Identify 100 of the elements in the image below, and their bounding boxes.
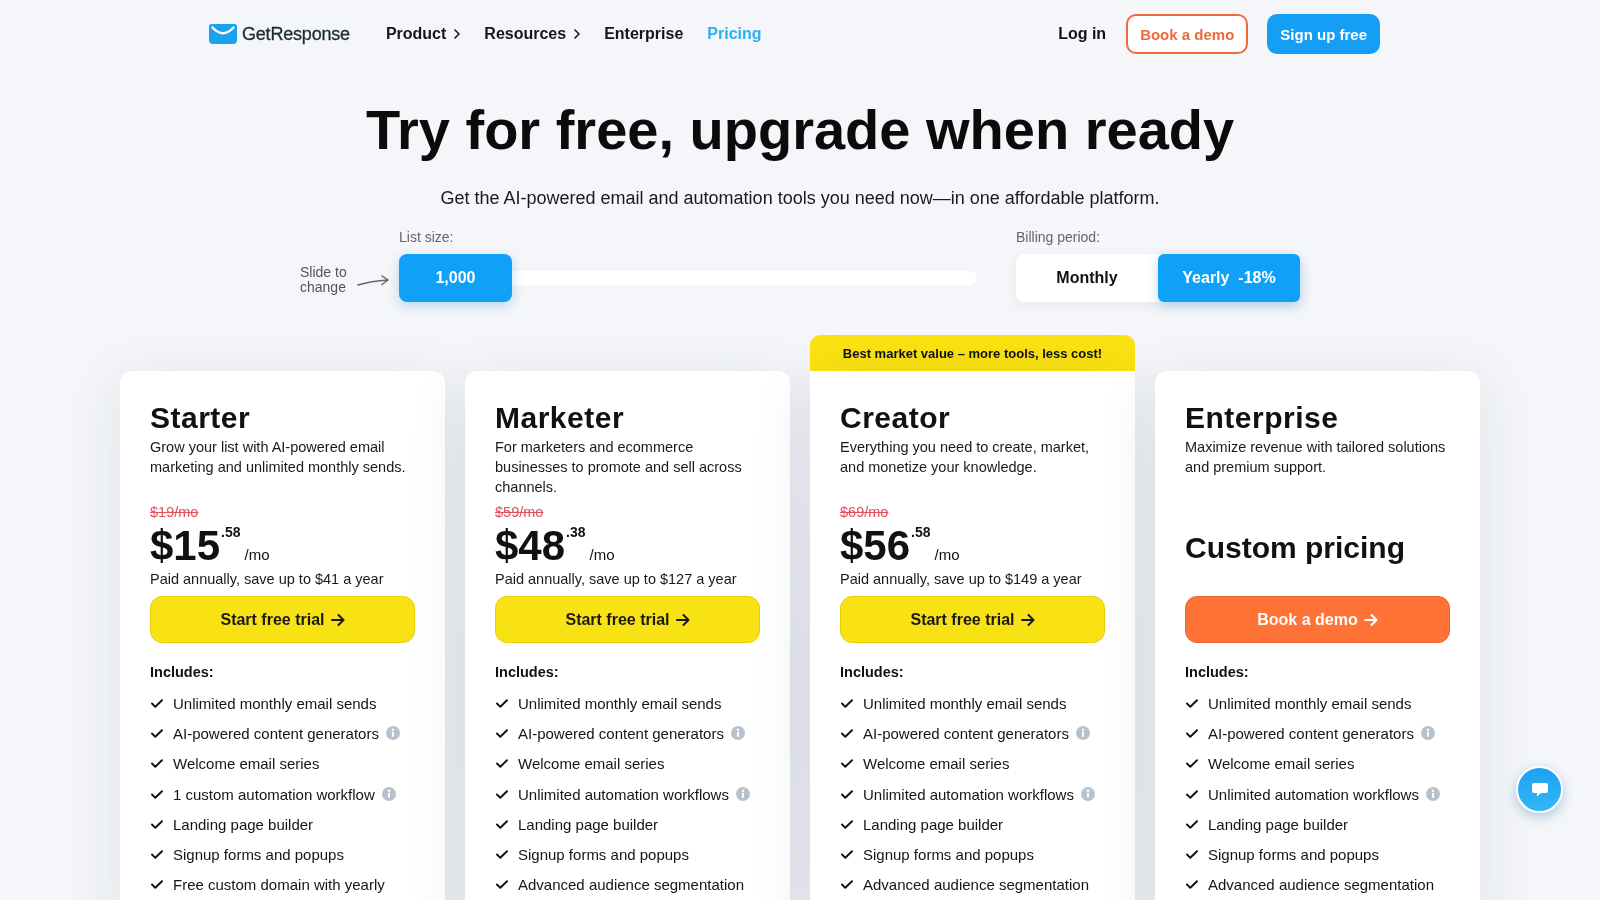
price-amount: $56 — [840, 524, 911, 568]
feature-text: Landing page builder — [863, 815, 1004, 833]
page-title: Try for free, upgrade when ready — [364, 98, 1236, 162]
check-icon — [496, 728, 508, 738]
plan-description: Maximize revenue with tailored solutions and premium support. — [1185, 438, 1447, 477]
feature-text: Landing page builder — [518, 815, 659, 833]
includes-label: Includes: — [1185, 663, 1250, 681]
billing-note: Paid annually, save up to $41 a year — [150, 570, 384, 588]
feature-text: Signup forms and popups — [1208, 846, 1379, 864]
plan-description: Grow your list with AI-powered email marketing and unlimited monthly sends. — [150, 438, 407, 477]
feature-text: Unlimited automation workflows — [518, 785, 729, 803]
feature-text: AI-powered content generators — [1208, 724, 1414, 742]
feature-text: Landing page builder — [1208, 815, 1349, 833]
check-icon — [496, 759, 508, 769]
plan-description: Everything you need to create, market, and monetize your knowledge. — [840, 438, 1091, 477]
old-price: $19/mo — [150, 503, 199, 521]
plan-name: Enterprise — [1185, 401, 1340, 435]
check-icon — [151, 728, 163, 738]
price-period: /mo — [934, 546, 960, 563]
feature-text: Welcome email series — [863, 755, 1010, 773]
feature-text: Landing page builder — [173, 815, 314, 833]
plan-badge: Best market value – more tools, less cost! — [810, 335, 1135, 371]
check-icon — [496, 880, 508, 890]
brand-name[interactable]: GetResponse — [242, 23, 350, 45]
start-trial-button[interactable]: Start free trial — [150, 596, 415, 643]
info-icon[interactable] — [730, 726, 745, 741]
check-icon — [1186, 759, 1198, 769]
price-period: /mo — [244, 546, 270, 563]
page-subtitle: Get the AI-powered email and automation tools you need now—in one affordable platform. — [439, 187, 1161, 210]
plan-name: Marketer — [495, 401, 626, 435]
feature-text: AI-powered content generators — [863, 724, 1069, 742]
check-icon — [496, 698, 508, 708]
price-amount: $15 — [150, 524, 221, 568]
check-icon — [496, 850, 508, 860]
nav-link[interactable]: Resources — [484, 25, 581, 43]
info-icon[interactable] — [381, 787, 396, 802]
arrow-icon — [1020, 613, 1035, 626]
chat-icon — [1531, 782, 1548, 797]
feature-text: Unlimited monthly email sends — [173, 694, 377, 712]
arrow-icon — [1363, 613, 1378, 626]
envelope-icon — [209, 24, 237, 44]
check-icon — [1186, 880, 1198, 890]
info-icon[interactable] — [385, 726, 400, 741]
price-cents: .58 — [221, 524, 241, 540]
chat-button[interactable] — [1516, 766, 1563, 813]
feature-text: Unlimited monthly email sends — [1208, 694, 1412, 712]
plan-description: For marketers and ecommerce businesses to promote and sell across channels. — [495, 438, 743, 497]
nav-link[interactable]: Product — [385, 25, 461, 43]
includes-label: Includes: — [150, 663, 215, 681]
check-icon — [1186, 789, 1198, 799]
feature-text: Advanced audience segmentation — [863, 876, 1089, 894]
billing-label: Billing period: — [1016, 228, 1102, 246]
info-icon[interactable] — [1080, 787, 1095, 802]
includes-label: Includes: — [495, 663, 560, 681]
price-cents: .58 — [911, 524, 931, 540]
info-icon[interactable] — [1420, 726, 1435, 741]
list-size-label: List size: — [399, 228, 455, 246]
check-icon — [151, 789, 163, 799]
start-trial-button[interactable]: Start free trial — [495, 596, 760, 643]
arrow-icon — [357, 275, 390, 287]
check-icon — [496, 789, 508, 799]
price-cents: .38 — [566, 524, 586, 540]
check-icon — [841, 850, 853, 860]
check-icon — [151, 759, 163, 769]
feature-text: Advanced audience segmentation — [518, 876, 744, 894]
check-icon — [841, 759, 853, 769]
feature-text: Welcome email series — [173, 755, 320, 773]
info-icon[interactable] — [735, 787, 750, 802]
feature-text: Unlimited automation workflows — [1208, 785, 1419, 803]
check-icon — [151, 850, 163, 860]
billing-option[interactable]: Monthly — [1016, 254, 1158, 302]
check-icon — [151, 698, 163, 708]
feature-text: Unlimited automation workflows — [863, 785, 1074, 803]
feature-text: Signup forms and popups — [518, 846, 689, 864]
feature-text: AI-powered content generators — [173, 724, 379, 742]
arrow-icon — [330, 613, 345, 626]
info-icon[interactable] — [1425, 787, 1440, 802]
plan-name: Creator — [840, 401, 952, 435]
feature-text: Unlimited monthly email sends — [518, 694, 722, 712]
check-icon — [841, 819, 853, 829]
arrow-icon — [675, 613, 690, 626]
billing-note: Paid annually, save up to $149 a year — [840, 570, 1082, 588]
feature-text: Advanced audience segmentation — [1208, 876, 1434, 894]
info-icon[interactable] — [1075, 726, 1090, 741]
check-icon — [841, 728, 853, 738]
feature-text: Unlimited monthly email sends — [863, 694, 1067, 712]
check-icon — [496, 819, 508, 829]
price-amount: $48 — [495, 524, 566, 568]
check-icon — [1186, 850, 1198, 860]
login-link[interactable]: Log in — [1058, 25, 1107, 43]
feature-text: 1 custom automation workflow — [173, 785, 375, 803]
check-icon — [1186, 728, 1198, 738]
includes-label: Includes: — [840, 663, 905, 681]
start-trial-button[interactable]: Start free trial — [840, 596, 1105, 643]
check-icon — [841, 880, 853, 890]
feature-text: Signup forms and popups — [863, 846, 1034, 864]
check-icon — [841, 789, 853, 799]
nav-link[interactable]: Enterprise — [604, 25, 684, 43]
plan-name: Starter — [150, 401, 252, 435]
feature-text: Welcome email series — [1208, 755, 1355, 773]
